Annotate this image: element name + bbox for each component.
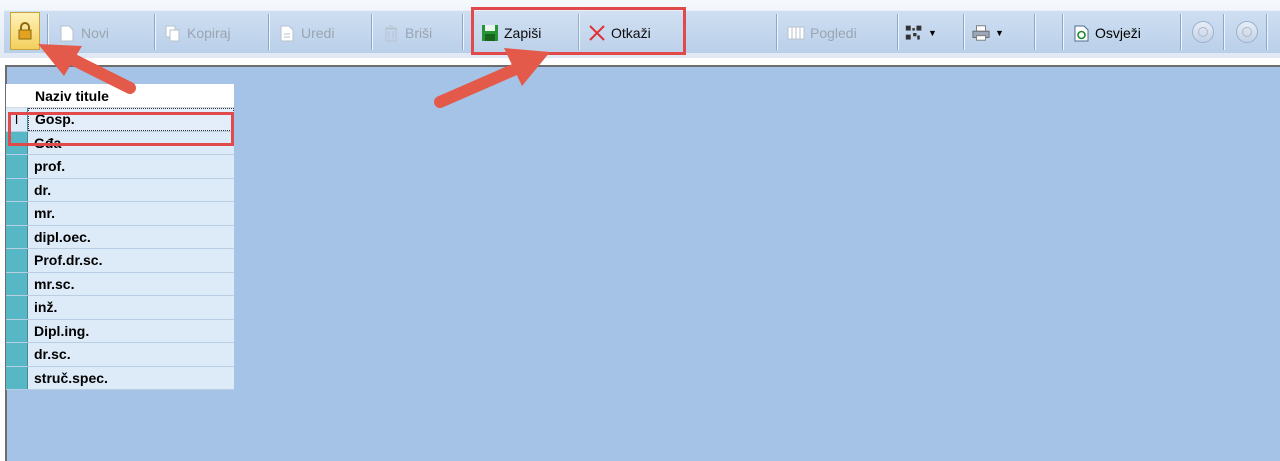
title-cell[interactable]: struč.spec. [28,366,234,389]
previous-record-icon [1242,27,1252,37]
delete-button-label: Briši [405,25,433,41]
table-row[interactable]: struč.spec. [6,366,234,390]
edit-button-label: Uredi [301,25,335,41]
row-indicator[interactable] [6,366,28,389]
title-cell[interactable]: inž. [28,296,234,319]
table-row[interactable]: prof. [6,155,234,179]
annotation-arrow-save [434,48,550,108]
trash-icon [382,24,400,42]
annotation-arrow-lock [38,44,136,94]
row-indicator[interactable] [6,202,28,225]
row-indicator[interactable] [6,343,28,366]
copy-icon [164,24,182,42]
active-row-highlight [8,112,234,146]
copy-button-label: Kopiraj [187,25,231,41]
table-row[interactable]: Prof.dr.sc. [6,249,234,273]
title-cell[interactable]: prof. [28,155,234,178]
row-indicator[interactable] [6,296,28,319]
table-row[interactable]: mr. [6,202,234,226]
previous-record-button[interactable] [1236,21,1258,43]
table-row[interactable]: dr.sc. [6,343,234,367]
views-button[interactable]: Pogledi [787,14,857,52]
title-cell[interactable]: mr.sc. [28,272,234,295]
delete-button[interactable]: Briši [382,14,432,52]
table-row[interactable]: dr. [6,178,234,202]
table-row[interactable]: Dipl.ing. [6,319,234,343]
qr-code-dropdown[interactable]: ▼ [905,14,937,52]
row-indicator[interactable] [6,249,28,272]
row-indicator[interactable] [6,225,28,248]
table-row[interactable]: dipl.oec. [6,225,234,249]
row-indicator[interactable] [6,319,28,342]
edit-button[interactable]: Uredi [278,14,334,52]
title-cell[interactable]: dipl.oec. [28,225,234,248]
toolbar: Novi Kopiraj Uredi Briši Zapiši Otkaži P… [0,0,1280,58]
title-cell[interactable]: Dipl.ing. [28,319,234,342]
table-row[interactable]: mr.sc. [6,272,234,296]
row-indicator[interactable] [6,155,28,178]
row-indicator[interactable] [6,272,28,295]
title-cell[interactable]: dr.sc. [28,343,234,366]
print-dropdown[interactable]: ▼ [972,14,1004,52]
qr-code-icon [905,24,923,42]
row-indicator[interactable] [6,178,28,201]
lock-icon [18,22,32,40]
views-button-label: Pogledi [810,25,857,41]
refresh-icon [1072,24,1090,42]
printer-icon [972,24,990,42]
title-cell[interactable]: dr. [28,178,234,201]
new-button-label: Novi [81,25,110,41]
refresh-button-label: Osvježi [1095,25,1141,41]
views-icon [787,24,805,42]
edit-icon [278,24,296,42]
first-record-button[interactable] [1192,21,1214,43]
title-cell[interactable]: mr. [28,202,234,225]
chevron-down-icon: ▼ [995,28,1004,38]
copy-button[interactable]: Kopiraj [164,14,231,52]
chevron-down-icon: ▼ [928,28,937,38]
first-record-icon [1198,27,1208,37]
title-cell[interactable]: Prof.dr.sc. [28,249,234,272]
table-row[interactable]: inž. [6,296,234,320]
refresh-button[interactable]: Osvježi [1072,14,1141,52]
